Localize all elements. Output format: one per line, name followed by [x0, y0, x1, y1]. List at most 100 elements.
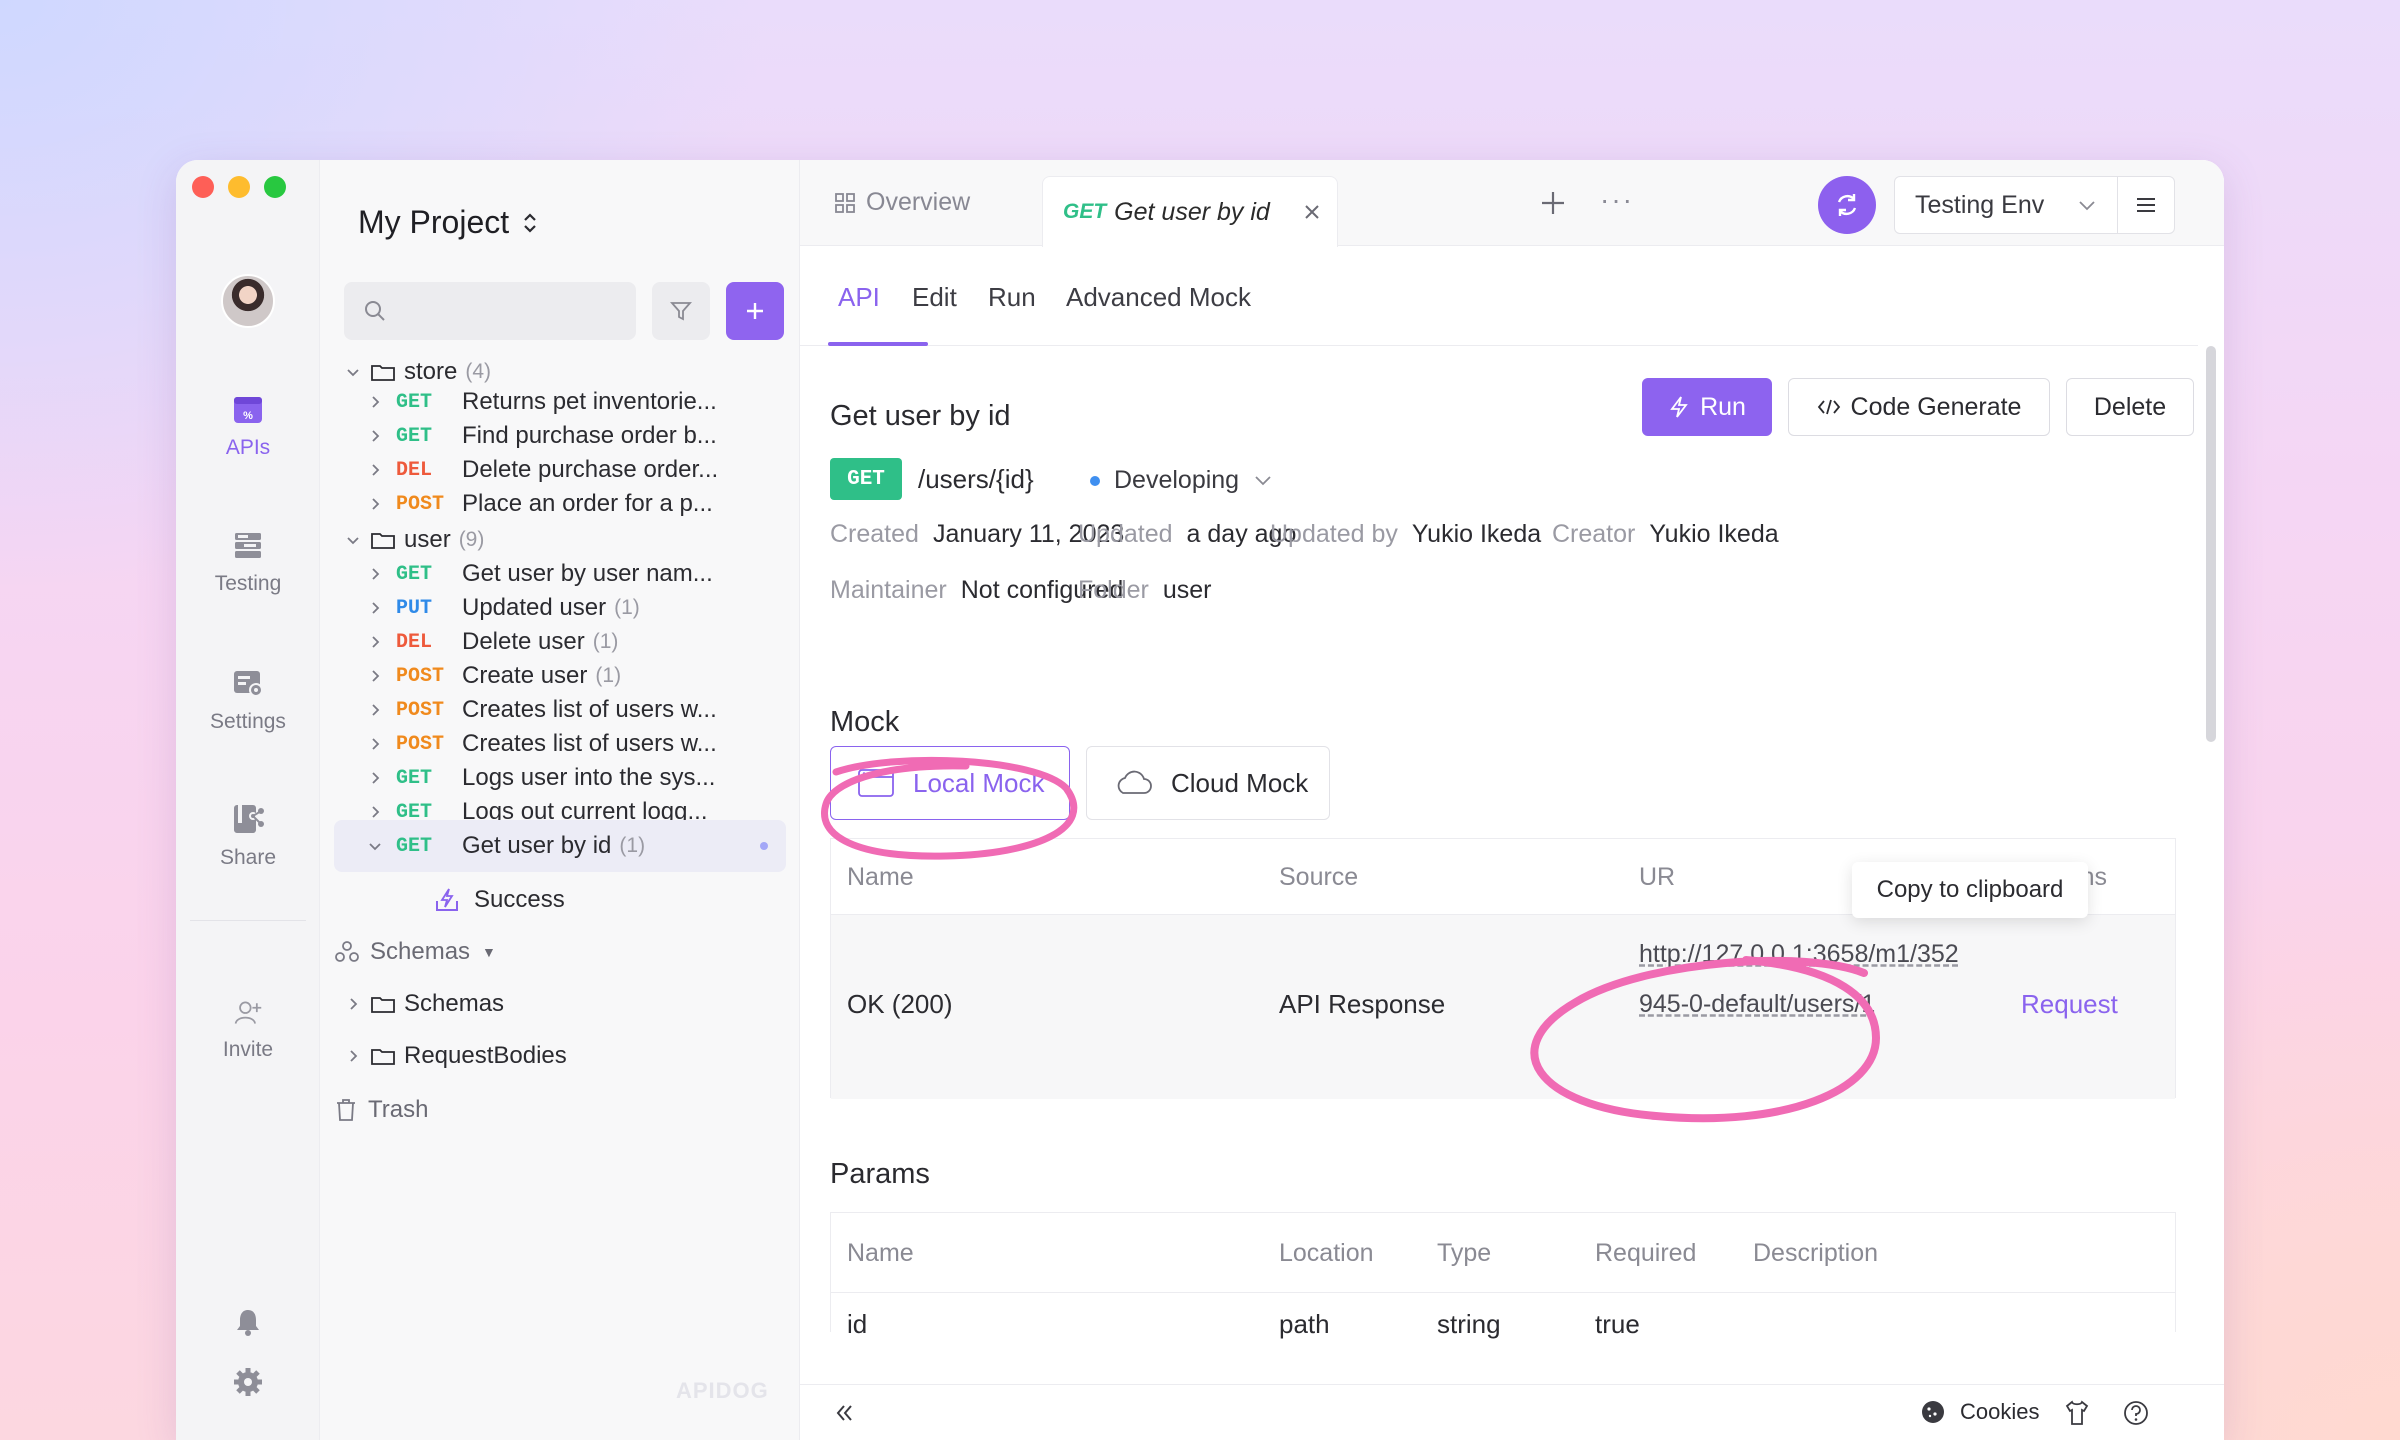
browser-window-icon — [858, 769, 894, 797]
chevron-right-icon — [372, 430, 380, 442]
meta-folder: Folder user — [1078, 576, 1212, 605]
api-title: Get user by id — [830, 400, 1011, 432]
rail-item-apis[interactable]: % APIs — [176, 392, 320, 460]
chevron-right-icon — [372, 602, 380, 614]
col-source: Source — [1279, 863, 1359, 891]
meta-key: Created — [830, 520, 919, 548]
rail-label-invite: Invite — [222, 1038, 274, 1061]
rail-label-share: Share — [219, 846, 277, 869]
chevron-right-icon — [372, 806, 380, 818]
rail-label-apis: APIs — [225, 436, 271, 459]
new-tab-plus-icon[interactable] — [1536, 186, 1570, 220]
sync-icon — [1837, 194, 1857, 216]
method-tag: POST — [396, 492, 445, 516]
filter-icon — [670, 302, 692, 321]
filter-button[interactable] — [652, 282, 710, 340]
app-window: % APIs Testing Settings Share Invite My … — [176, 160, 2224, 1440]
tree-folder-schemas[interactable]: Schemas — [320, 978, 800, 1030]
code-icon — [1817, 399, 1840, 415]
api-path: /users/{id} — [918, 464, 1034, 494]
environment-label: Testing Env — [1915, 190, 2045, 219]
sidebar: My Project store (4) GET Returns pet inv… — [320, 160, 800, 1440]
run-button[interactable]: Run — [1642, 378, 1772, 436]
environment-menu-button[interactable] — [2117, 176, 2175, 234]
folder-icon — [371, 1049, 395, 1065]
environment-select[interactable]: Testing Env — [1894, 176, 2118, 234]
cloud-icon — [1117, 770, 1152, 794]
col-name: Name — [847, 863, 914, 891]
delete-button[interactable]: Delete — [2066, 378, 2194, 436]
window-controls — [192, 176, 286, 198]
close-icon[interactable] — [1301, 201, 1323, 223]
rail-item-settings[interactable]: Settings — [176, 666, 320, 734]
params-header: Name Location Type Required Description — [831, 1213, 2175, 1293]
tab-overview[interactable]: Overview — [834, 188, 970, 217]
cloud-mock-tab[interactable]: Cloud Mock — [1086, 746, 1330, 820]
hamburger-icon — [2137, 198, 2155, 212]
help-icon[interactable] — [2122, 1399, 2150, 1427]
bell-icon[interactable] — [232, 1306, 264, 1338]
add-button[interactable] — [726, 282, 784, 340]
chevron-right-icon — [372, 464, 380, 476]
tree-folder-requestbodies[interactable]: RequestBodies — [320, 1030, 800, 1082]
chevron-down-icon — [1255, 475, 1271, 485]
meta-key: Updated by — [1270, 520, 1398, 548]
scrollbar[interactable] — [2206, 346, 2216, 742]
table-row: OK (200) API Response http://127.0.0.1:3… — [831, 915, 2175, 1099]
search-input[interactable] — [344, 282, 636, 340]
cookies-button[interactable]: Cookies — [1920, 1399, 2039, 1425]
chevron-right-icon — [350, 1050, 358, 1062]
rail-item-invite[interactable]: Invite — [176, 998, 320, 1062]
tab-more-button[interactable]: ··· — [1600, 184, 1634, 216]
trash-icon — [337, 1099, 355, 1121]
schemas-section[interactable]: Schemas ▼ — [320, 926, 800, 978]
code-generate-button[interactable]: Code Generate — [1788, 378, 2050, 436]
chevron-right-icon — [372, 568, 380, 580]
status-dot — [1090, 475, 1100, 486]
chevron-down-icon — [347, 537, 359, 545]
share-icon — [234, 805, 264, 833]
subtab-advanced-mock[interactable]: Advanced Mock — [1066, 282, 1251, 313]
mock-url-link[interactable]: http://127.0.0.1:3658/m1/352945-0-defaul… — [1639, 929, 1959, 1029]
status-select[interactable]: Developing — [1090, 466, 1273, 495]
tree-item-selected[interactable]: GET Get user by id (1) — [334, 820, 786, 872]
cookies-label: Cookies — [1960, 1399, 2040, 1424]
env-sync-button[interactable] — [1818, 176, 1876, 234]
subtab-edit[interactable]: Edit — [912, 282, 957, 313]
gear-icon[interactable] — [232, 1366, 264, 1398]
chevron-right-icon — [372, 498, 380, 510]
meta-key: Maintainer — [830, 576, 947, 604]
copy-tooltip: Copy to clipboard — [1852, 862, 2088, 918]
rail-item-testing[interactable]: Testing — [176, 528, 320, 596]
tab-get-user-by-id[interactable]: GET Get user by id — [1042, 176, 1338, 247]
code-generate-label: Code Generate — [1850, 392, 2022, 421]
chevron-right-icon — [372, 738, 380, 750]
tree-item-case[interactable]: Success — [320, 874, 800, 926]
rail-item-share[interactable]: Share — [176, 802, 320, 870]
meta-key: Updated — [1078, 520, 1173, 548]
avatar[interactable] — [221, 274, 275, 328]
subtab-run[interactable]: Run — [988, 282, 1036, 313]
minimize-window-button[interactable] — [228, 176, 250, 198]
request-link[interactable]: Request — [2021, 989, 2118, 1020]
case-icon — [436, 888, 458, 911]
grid-icon — [835, 192, 855, 213]
meta-key: Folder — [1078, 576, 1149, 604]
meta-creator: Creator Yukio Ikeda — [1552, 520, 1779, 549]
local-mock-label: Local Mock — [913, 767, 1045, 798]
meta-value: Yukio Ikeda — [1649, 520, 1779, 548]
chevron-right-icon — [372, 704, 380, 716]
meta-value: user — [1162, 576, 1212, 604]
close-window-button[interactable] — [192, 176, 214, 198]
project-selector[interactable]: My Project — [358, 204, 539, 241]
col-name: Name — [847, 1239, 914, 1267]
search-icon — [365, 301, 385, 321]
subtab-api[interactable]: API — [838, 282, 880, 313]
shirt-icon[interactable] — [2064, 1399, 2090, 1427]
plus-icon — [747, 303, 763, 319]
maximize-window-button[interactable] — [264, 176, 286, 198]
collapse-sidebar-icon[interactable] — [830, 1399, 858, 1427]
trash-item[interactable]: Trash — [320, 1084, 800, 1136]
local-mock-tab[interactable]: Local Mock — [830, 746, 1070, 820]
svg-text:%: % — [243, 410, 253, 422]
